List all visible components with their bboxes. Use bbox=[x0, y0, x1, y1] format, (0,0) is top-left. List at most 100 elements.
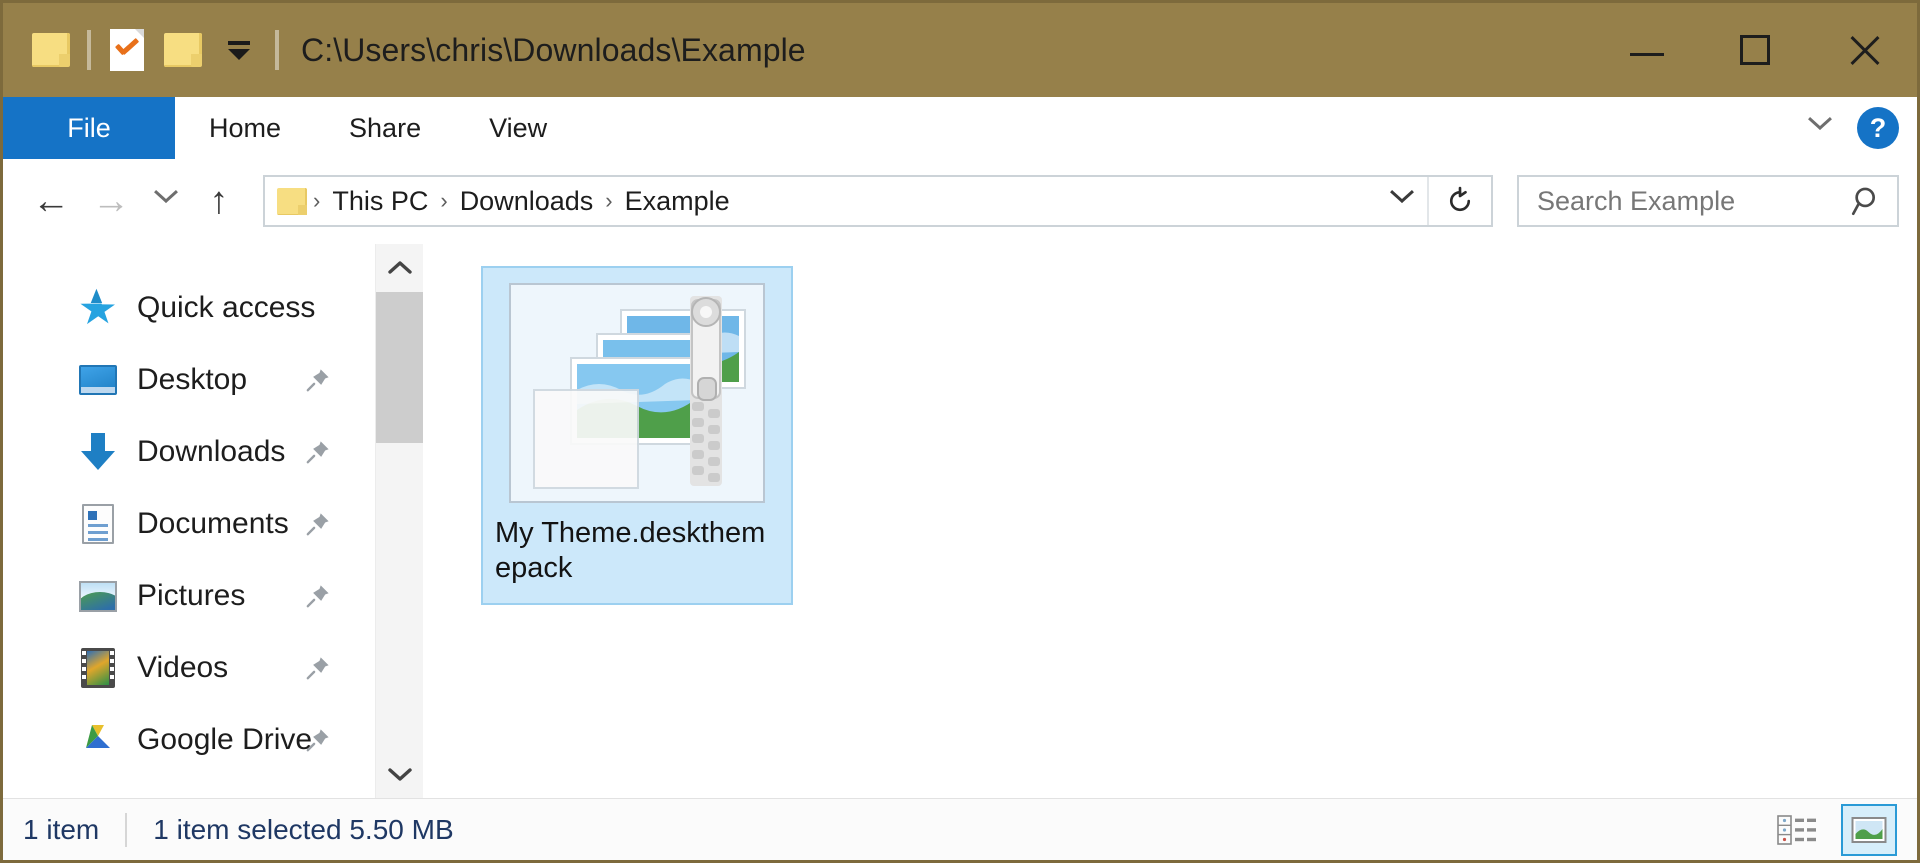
documents-icon bbox=[77, 503, 119, 545]
chevron-down-icon bbox=[153, 189, 177, 213]
system-menu-button[interactable] bbox=[23, 22, 79, 78]
sidebar-item-label: Downloads bbox=[137, 435, 286, 468]
ribbon-tabs: File Home Share View ? bbox=[3, 97, 1917, 159]
search-icon[interactable] bbox=[1839, 184, 1897, 218]
sidebar-item-documents[interactable]: Documents bbox=[3, 488, 375, 560]
sidebar-item-quick-access[interactable]: Quick access bbox=[3, 272, 375, 344]
sidebar-item-downloads[interactable]: Downloads bbox=[3, 416, 375, 488]
desktop-icon bbox=[77, 359, 119, 401]
quick-access-toolbar bbox=[3, 22, 287, 78]
pin-icon[interactable] bbox=[305, 727, 331, 753]
downloads-icon bbox=[77, 431, 119, 473]
address-bar: ← → ↑ › This PC › Downloads › Example Se… bbox=[3, 159, 1917, 243]
address-input[interactable]: › This PC › Downloads › Example bbox=[263, 175, 1493, 227]
folder-icon bbox=[32, 33, 70, 67]
tab-view[interactable]: View bbox=[455, 97, 581, 159]
close-icon bbox=[1846, 33, 1880, 67]
google-drive-icon bbox=[77, 719, 119, 761]
star-icon bbox=[77, 287, 119, 329]
navigation-scrollbar[interactable] bbox=[375, 244, 423, 798]
sidebar-item-label: Quick access bbox=[137, 291, 316, 324]
refresh-icon bbox=[1449, 186, 1471, 212]
tab-file[interactable]: File bbox=[3, 97, 175, 159]
sidebar-item-label: Desktop bbox=[137, 363, 248, 396]
sidebar-item-pictures[interactable]: Pictures bbox=[3, 560, 375, 632]
help-button[interactable]: ? bbox=[1857, 107, 1899, 149]
properties-button[interactable] bbox=[99, 22, 155, 78]
selection-info-label: 1 item selected 5.50 MB bbox=[153, 813, 454, 845]
new-folder-icon bbox=[164, 33, 202, 67]
navigation-list: Quick access Desktop Downloads Documents… bbox=[3, 244, 375, 798]
recent-locations-button[interactable] bbox=[141, 171, 189, 231]
large-icons-view-icon bbox=[1851, 817, 1887, 843]
pin-icon[interactable] bbox=[305, 655, 331, 681]
pin-icon[interactable] bbox=[305, 583, 331, 609]
videos-icon bbox=[77, 647, 119, 689]
explorer-body: Quick access Desktop Downloads Documents… bbox=[3, 243, 1917, 798]
window-title: C:\Users\chris\Downloads\Example bbox=[301, 31, 806, 68]
sidebar-item-desktop[interactable]: Desktop bbox=[3, 344, 375, 416]
breadcrumb-folder-icon bbox=[277, 187, 307, 215]
large-icons-view-button[interactable] bbox=[1841, 804, 1897, 856]
forward-button[interactable]: → bbox=[81, 171, 141, 231]
sidebar-item-label: Videos bbox=[137, 651, 229, 684]
breadcrumb-example[interactable]: Example bbox=[615, 186, 740, 217]
chevron-down-icon bbox=[1389, 189, 1413, 213]
item-count-label: 1 item bbox=[23, 813, 100, 845]
file-list-view[interactable]: My Theme.deskthemepack bbox=[423, 244, 1917, 798]
properties-check-icon bbox=[110, 29, 144, 71]
pin-icon[interactable] bbox=[305, 439, 331, 465]
scroll-up-button[interactable] bbox=[376, 244, 423, 292]
tab-share[interactable]: Share bbox=[315, 97, 455, 159]
search-input[interactable]: Search Example bbox=[1519, 186, 1839, 217]
sidebar-item-videos[interactable]: Videos bbox=[3, 632, 375, 704]
title-bar: C:\Users\chris\Downloads\Example bbox=[3, 3, 1917, 97]
ribbon-right-controls: ? bbox=[1807, 97, 1899, 159]
refresh-button[interactable] bbox=[1429, 176, 1491, 226]
sidebar-item-label: Documents bbox=[137, 507, 289, 540]
sidebar-item-label: Google Drive bbox=[137, 723, 313, 756]
toolbar-divider bbox=[87, 30, 91, 70]
window-controls bbox=[1593, 3, 1917, 97]
new-folder-button[interactable] bbox=[155, 22, 211, 78]
scroll-thumb[interactable] bbox=[376, 292, 423, 444]
file-item[interactable]: My Theme.deskthemepack bbox=[481, 266, 793, 605]
file-explorer-window: C:\Users\chris\Downloads\Example File Ho… bbox=[0, 0, 1920, 863]
chevron-down-icon bbox=[387, 768, 412, 781]
scroll-track[interactable] bbox=[376, 292, 423, 750]
pictures-icon bbox=[77, 575, 119, 617]
status-bar: 1 item 1 item selected 5.50 MB bbox=[3, 798, 1917, 860]
customize-toolbar-button[interactable] bbox=[211, 22, 267, 78]
breadcrumb-separator-3: › bbox=[605, 188, 613, 213]
breadcrumb-separator-2: › bbox=[440, 188, 448, 213]
minimize-button[interactable] bbox=[1593, 3, 1701, 97]
status-divider bbox=[125, 812, 128, 847]
deskthemepack-icon bbox=[507, 278, 767, 508]
address-dropdown-button[interactable] bbox=[1375, 189, 1427, 213]
navigation-pane: Quick access Desktop Downloads Documents… bbox=[3, 244, 423, 798]
maximize-button[interactable] bbox=[1701, 3, 1809, 97]
pin-icon[interactable] bbox=[305, 511, 331, 537]
breadcrumb-this-pc[interactable]: This PC bbox=[322, 186, 438, 217]
details-view-icon bbox=[1777, 815, 1816, 845]
chevron-down-icon bbox=[1807, 116, 1831, 140]
scroll-down-button[interactable] bbox=[376, 750, 423, 798]
sidebar-item-label: Pictures bbox=[137, 579, 246, 612]
expand-ribbon-button[interactable] bbox=[1807, 116, 1831, 140]
maximize-icon bbox=[1740, 35, 1770, 65]
details-view-button[interactable] bbox=[1769, 804, 1825, 856]
toolbar-divider-2 bbox=[275, 30, 279, 70]
breadcrumb-downloads[interactable]: Downloads bbox=[450, 186, 604, 217]
up-button[interactable]: ↑ bbox=[189, 171, 249, 231]
breadcrumb-separator: › bbox=[313, 188, 321, 213]
minimize-icon bbox=[1630, 52, 1664, 56]
file-name-label: My Theme.deskthemepack bbox=[495, 517, 766, 585]
back-button[interactable]: ← bbox=[21, 171, 81, 231]
search-box[interactable]: Search Example bbox=[1517, 175, 1899, 227]
dropdown-caret-icon bbox=[216, 40, 262, 60]
tab-home[interactable]: Home bbox=[175, 97, 315, 159]
sidebar-item-google-drive[interactable]: Google Drive bbox=[3, 704, 375, 776]
pin-icon[interactable] bbox=[305, 367, 331, 393]
chevron-up-icon bbox=[387, 261, 412, 274]
close-button[interactable] bbox=[1809, 3, 1917, 97]
